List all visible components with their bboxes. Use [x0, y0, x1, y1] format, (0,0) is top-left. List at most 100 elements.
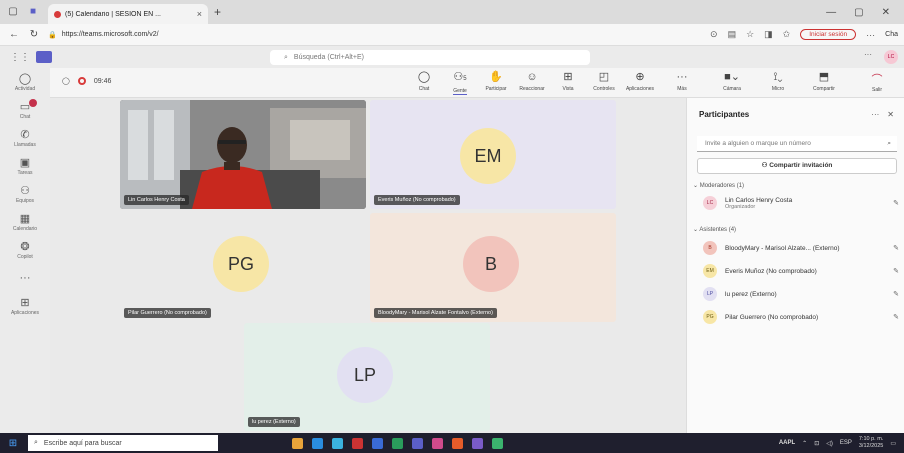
participant-row[interactable]: LC Lin Carlos Henry Costa Organizador ✎ [703, 196, 899, 210]
taskbar-app-icon[interactable] [432, 437, 443, 449]
reader-icon[interactable]: ▤ [728, 29, 737, 40]
taskbar-app-icon[interactable] [352, 437, 363, 449]
rail-item-tasks[interactable]: ▣ Tareas [0, 152, 50, 180]
search-placeholder: Búsqueda (Ctrl+Alt+E) [293, 54, 364, 61]
taskbar-app-icon[interactable] [332, 437, 343, 449]
app-launcher-icon[interactable]: ⋮⋮ [10, 52, 30, 63]
url-field[interactable]: 🔒 https://teams.microsoft.com/v2/ [48, 31, 278, 39]
toolbar-apps-button[interactable]: ⊕ Aplicaciones [620, 71, 660, 92]
video-tile[interactable]: PG Pilar Guerrero (No comprobado) [120, 213, 366, 322]
organizers-section-toggle[interactable]: ⌄ Moderadores (1) [693, 182, 744, 189]
windows-taskbar: ⊞ ⌕ Escribe aquí para buscar AAPL ⌃ ⊡ ◁)… [0, 433, 904, 453]
people-count: 5 [463, 76, 467, 82]
more-icon: ··· [19, 272, 31, 284]
participant-row[interactable]: EM Everis Muñoz (No comprobado) ✎ [703, 264, 899, 278]
clock[interactable]: 7:10 p. m. 3/12/2025 [859, 436, 883, 450]
chevron-up-icon[interactable]: ⌃ [802, 440, 807, 447]
rail-item-calls[interactable]: ✆ Llamadas [0, 124, 50, 152]
toolbar-label: Controles [593, 86, 615, 92]
video-tile[interactable]: EM Everis Muñoz (No comprobado) [370, 100, 616, 209]
toolbar-chat-button[interactable]: ◯ Chat [404, 71, 444, 92]
close-window-icon[interactable]: ✕ [882, 7, 890, 18]
participant-name: Everis Muñoz (No comprobado) [725, 267, 817, 275]
taskbar-search-input[interactable]: ⌕ Escribe aquí para buscar [28, 435, 218, 451]
apps-icon: ⊞ [20, 296, 30, 309]
new-tab-icon[interactable]: + [214, 5, 221, 19]
participant-name-label: BloodyMary - Marisol Alzate Fontalvo (Ex… [374, 308, 497, 318]
more-icon: ··· [676, 71, 688, 83]
leave-button[interactable]: ⌒ Salir [856, 71, 898, 95]
copilot-chat-button[interactable]: Cha [885, 31, 898, 38]
mic-muted-icon: ✎ [893, 268, 899, 275]
rail-item-copilot[interactable]: ❂ Copilot [0, 236, 50, 264]
toolbar-camera-button[interactable]: ■⌄ Cámara [712, 71, 752, 92]
video-tile[interactable]: Lin Carlos Henry Costa [120, 100, 366, 209]
search-input[interactable]: ⌕ Búsqueda (Ctrl+Alt+E) [270, 50, 590, 65]
taskbar-app-icon[interactable] [452, 437, 463, 449]
participant-row[interactable]: B BloodyMary - Marisol Alzate... (Extern… [703, 241, 899, 255]
toolbar-controls-button[interactable]: ◰ Controles [584, 71, 624, 92]
browser-tab[interactable]: (5) Calendario | SESION EN ... × [48, 4, 208, 24]
refresh-icon[interactable]: ↻ [28, 29, 40, 40]
video-tile[interactable]: LP lu perez (Externo) [244, 323, 490, 431]
close-icon[interactable]: ✕ [887, 110, 894, 119]
toolbar-people-button[interactable]: ⚇5 Gente [440, 71, 480, 95]
avatar[interactable]: LC [884, 50, 898, 64]
close-tab-icon[interactable]: × [197, 9, 202, 19]
chat-icon: ◯ [417, 71, 431, 83]
browser-more-icon[interactable]: ··· [866, 30, 875, 40]
windows-start-icon[interactable]: ⊞ [4, 438, 22, 449]
participant-name: Pilar Guerrero (No comprobado) [725, 313, 819, 321]
rail-item-activity[interactable]: ◯ Actividad [0, 68, 50, 96]
camera-permission-icon[interactable]: ⊙ [710, 29, 718, 40]
network-icon[interactable]: ⊡ [814, 440, 819, 447]
rail-item-apps[interactable]: ⊞ Aplicaciones [0, 292, 50, 320]
taskbar-app-icon[interactable] [472, 437, 483, 449]
toolbar-view-button[interactable]: ⊞ Vista [548, 71, 588, 92]
favorites-icon[interactable]: ✩ [783, 29, 791, 40]
volume-icon[interactable]: ◁) [826, 440, 833, 447]
taskbar-app-icon[interactable] [392, 437, 403, 449]
maximize-icon[interactable]: ▢ [854, 7, 863, 18]
toolbar-share-button[interactable]: ⬒ Compartir [804, 71, 844, 92]
share-icon: ⬒ [818, 71, 830, 83]
toolbar-react-button[interactable]: ☺ Reaccionar [512, 71, 552, 92]
taskbar-app-icon[interactable] [292, 437, 303, 449]
toolbar-raise-hand-button[interactable]: ✋ Participar [476, 71, 516, 92]
panel-more-icon[interactable]: ··· [871, 110, 879, 119]
video-tile[interactable]: B BloodyMary - Marisol Alzate Fontalvo (… [370, 213, 616, 322]
notifications-icon[interactable]: ▭ [890, 440, 896, 447]
taskbar-app-icon[interactable] [492, 437, 503, 449]
participant-name: Lin Carlos Henry Costa [725, 196, 793, 204]
rail-item-more[interactable]: ··· [0, 264, 50, 292]
attendees-section-toggle[interactable]: ⌄ Asistentes (4) [693, 226, 736, 233]
app-more-icon[interactable]: ··· [864, 50, 872, 59]
favorite-icon[interactable]: ☆ [746, 29, 754, 40]
language-indicator[interactable]: ESP [840, 440, 852, 446]
mic-muted-icon: ✎ [893, 245, 899, 252]
taskbar-app-icon[interactable] [312, 437, 323, 449]
rail-label: Aplicaciones [10, 309, 40, 316]
invite-input[interactable]: Invite a alguien o marque un número ⌕ [697, 136, 897, 152]
tab-title: (5) Calendario | SESION EN ... [65, 10, 161, 18]
search-icon: ⌕ [34, 439, 38, 446]
sign-in-button[interactable]: Iniciar sesión [800, 29, 857, 40]
taskbar-app-icon[interactable] [412, 437, 423, 449]
participant-row[interactable]: PG Pilar Guerrero (No comprobado) ✎ [703, 310, 899, 324]
window-menu-icon[interactable]: ▢ [6, 5, 20, 19]
stock-widget[interactable]: AAPL [779, 440, 795, 446]
rail-item-chat[interactable]: ▭ Chat [0, 96, 50, 124]
share-invite-button[interactable]: ⚇ Compartir invitación [697, 158, 897, 174]
participant-row[interactable]: LP lu perez (Externo) ✎ [703, 287, 899, 301]
avatar: LC [703, 196, 717, 210]
toolbar-mic-button[interactable]: ⟟⌄ Micro [758, 71, 798, 92]
split-icon[interactable]: ◨ [764, 29, 773, 40]
taskbar-app-icon[interactable] [372, 437, 383, 449]
minimize-icon[interactable]: — [826, 7, 836, 18]
back-icon[interactable]: ← [8, 29, 20, 40]
toolbar-more-button[interactable]: ··· Más [662, 71, 702, 92]
rail-item-teams[interactable]: ⚇ Equipos [0, 180, 50, 208]
participant-avatar: B [463, 236, 519, 292]
rail-item-calendar[interactable]: ▦ Calendario [0, 208, 50, 236]
shield-icon[interactable]: ◯ [62, 77, 70, 85]
